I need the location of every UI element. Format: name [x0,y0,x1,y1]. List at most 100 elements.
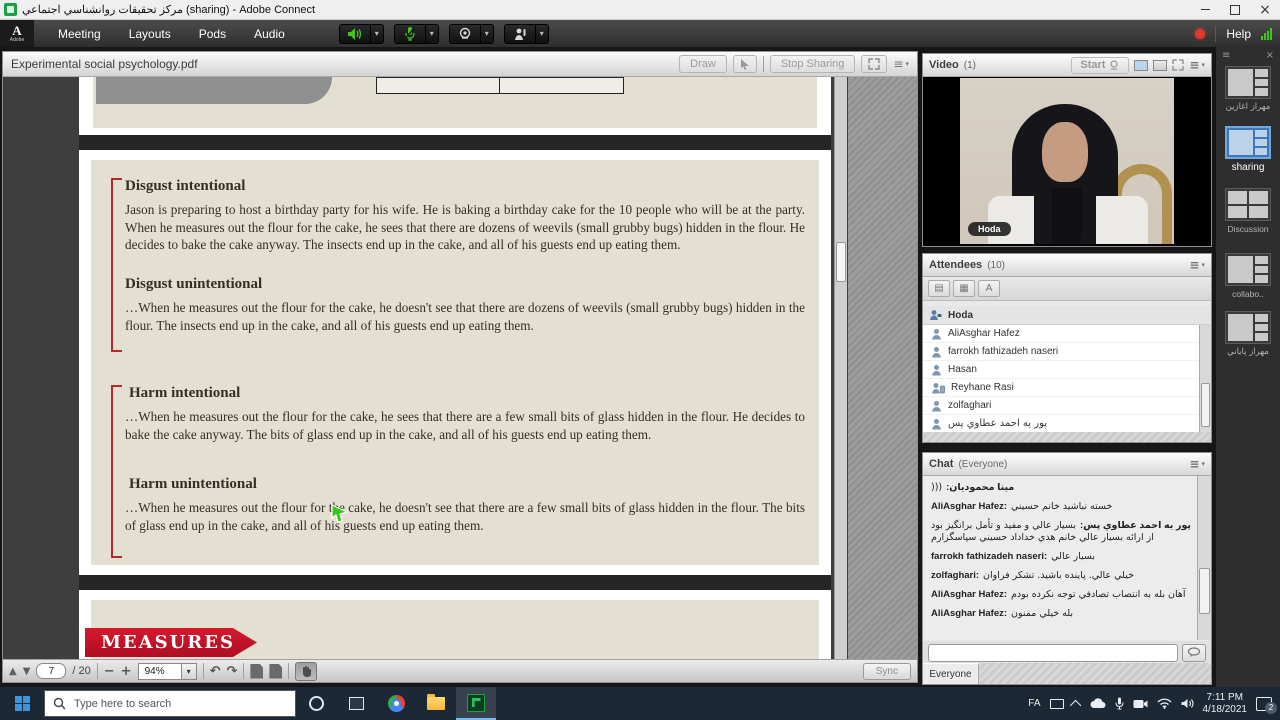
attendee-row[interactable]: پور يه احمد عطاوي پس zolfaghari [923,397,1199,415]
pdf-viewport[interactable]: Disgust intentional Jason is preparing t… [3,77,917,660]
attendee-row[interactable]: farrokh fathizadeh naseri [923,343,1199,361]
layout-item-collaboration[interactable]: collabo.. [1225,253,1271,299]
chat-input-row [923,641,1211,664]
chat-text: آهان بله به انتصاب تصادفي توجه نكرده بود… [1011,589,1186,600]
section-body: Jason is preparing to host a birthday pa… [125,201,805,254]
layout-thumbnail [1225,311,1271,344]
filmstrip-view-icon[interactable] [1134,60,1148,71]
close-button[interactable] [1250,0,1280,19]
video-pod-menu-icon[interactable] [1189,58,1205,72]
microphone-dropdown[interactable] [426,24,439,44]
layouts-menu-icon[interactable]: ≡ [1222,50,1230,61]
attendees-list[interactable]: AliAsghar Hafez farrokh fathizadeh naser… [923,325,1199,433]
microphone-button[interactable] [394,24,426,44]
chrome-taskbar-button[interactable] [376,687,416,720]
zoom-dropdown[interactable] [182,663,197,680]
send-message-button[interactable] [1182,644,1206,662]
language-indicator[interactable]: FA [1028,698,1040,709]
zoom-level-input[interactable]: 94% [138,663,182,680]
chat-tab-everyone[interactable]: Everyone [923,663,979,684]
attendee-row-host[interactable]: Hoda [923,306,1211,325]
volume-icon[interactable] [1181,698,1194,709]
task-view-button[interactable] [336,687,376,720]
layout-label: sharing [1225,162,1271,173]
attendee-row[interactable]: پور يه احمد عطاوي پس [923,415,1199,433]
tray-camera-icon[interactable] [1133,699,1148,709]
attendee-breakout-view-icon[interactable]: ▦ [953,280,975,297]
speaker-dropdown[interactable] [371,24,384,44]
onedrive-cloud-icon[interactable] [1090,698,1106,709]
chat-text: ((( [931,482,942,493]
rotate-right-button[interactable]: ↷ [226,664,237,679]
attendee-name: farrokh fathizadeh naseri [948,346,1058,357]
start-button[interactable] [0,687,44,720]
rotate-left-button[interactable]: ↶ [210,664,221,679]
taskbar-search[interactable]: Type here to search [44,690,296,717]
video-fullscreen-icon[interactable] [1172,59,1184,71]
chat-scrollbar-thumb[interactable] [1199,568,1210,614]
attendees-scrollbar-thumb[interactable] [1201,383,1210,427]
minimize-button[interactable] [1190,0,1220,19]
webcam-dropdown[interactable] [481,24,494,44]
chat-input[interactable] [928,644,1178,662]
zoom-in-button[interactable]: + [121,664,132,679]
menu-meeting[interactable]: Meeting [44,20,115,47]
continuous-view-icon[interactable] [269,664,282,679]
layout-item-opening[interactable]: مهراز آغازين [1225,66,1271,112]
webcam-button[interactable] [449,24,481,44]
pdf-scrollbar[interactable] [834,77,847,660]
draw-button[interactable]: Draw [679,55,727,73]
pointer-tool-button[interactable] [733,55,757,73]
attendees-pod-menu-icon[interactable] [1189,258,1205,272]
file-explorer-button[interactable] [416,687,456,720]
menu-layouts[interactable]: Layouts [115,20,185,47]
hidden-icons-chevron[interactable] [1069,699,1080,710]
chat-tabs: Everyone [923,663,1211,684]
previous-page-button[interactable]: ▲ [9,666,17,677]
keyboard-icon[interactable] [1050,699,1064,709]
menu-help[interactable]: Help [1226,27,1251,41]
tray-microphone-icon[interactable] [1115,697,1124,710]
adobe-connect-taskbar-button[interactable] [456,687,496,720]
pdf-scrollbar-thumb[interactable] [836,242,846,282]
chat-message-list[interactable]: مينا محموديان:((( AliAsghar Hafez:خسته ن… [923,476,1199,640]
attendees-scrollbar[interactable] [1199,325,1211,433]
connection-signal-icon[interactable] [1261,28,1272,40]
attendee-status-view-icon[interactable]: A [978,280,1000,297]
chat-pod-menu-icon[interactable] [1189,457,1205,471]
speaker-button[interactable] [339,24,371,44]
raise-hand-dropdown[interactable] [536,24,549,44]
menu-audio[interactable]: Audio [240,20,299,47]
attendee-row[interactable]: Reyhane Rasi [923,379,1199,397]
wifi-icon[interactable] [1157,698,1172,709]
chat-message: zolfaghari:خيلي عالي. پاينده باشيد. تشكر… [931,570,1191,582]
attendee-row[interactable]: Hasan [923,361,1199,379]
layouts-close-icon[interactable]: × [1266,50,1274,61]
next-page-button[interactable]: ▼ [23,666,31,677]
raise-hand-button[interactable] [504,24,536,44]
share-pod-menu-icon[interactable] [893,57,909,71]
attendee-list-view-icon[interactable]: ▤ [928,280,950,297]
chat-scrollbar[interactable] [1197,476,1211,640]
start-webcam-button[interactable]: Start [1071,57,1129,74]
maximize-button[interactable] [1220,0,1250,19]
fullscreen-button[interactable] [861,55,887,73]
attendee-row[interactable]: AliAsghar Hafez [923,325,1199,343]
layout-item-closing[interactable]: مهراز پاياني [1225,311,1271,357]
cortana-button[interactable] [296,687,336,720]
single-page-view-icon[interactable] [250,664,263,679]
user-icon [931,346,942,358]
layout-item-sharing[interactable]: sharing [1225,126,1271,173]
grid-view-icon[interactable] [1153,60,1167,71]
page-number-input[interactable]: 7 [36,663,66,679]
clock[interactable]: 7:11 PM 4/18/2021 [1203,692,1248,716]
pan-tool-button[interactable] [295,662,317,681]
menu-pods[interactable]: Pods [185,20,240,47]
stop-sharing-button[interactable]: Stop Sharing [770,55,856,73]
action-center-button[interactable]: 2 [1256,697,1272,711]
attendees-pod: Attendees (10) ▤ ▦ A Hoda AliAsghar Hafe… [922,253,1212,443]
layout-item-discussion[interactable]: Discussion [1225,188,1271,234]
zoom-out-button[interactable]: − [104,664,115,679]
sync-button[interactable]: Sync [863,663,911,680]
search-placeholder: Type here to search [74,698,171,710]
